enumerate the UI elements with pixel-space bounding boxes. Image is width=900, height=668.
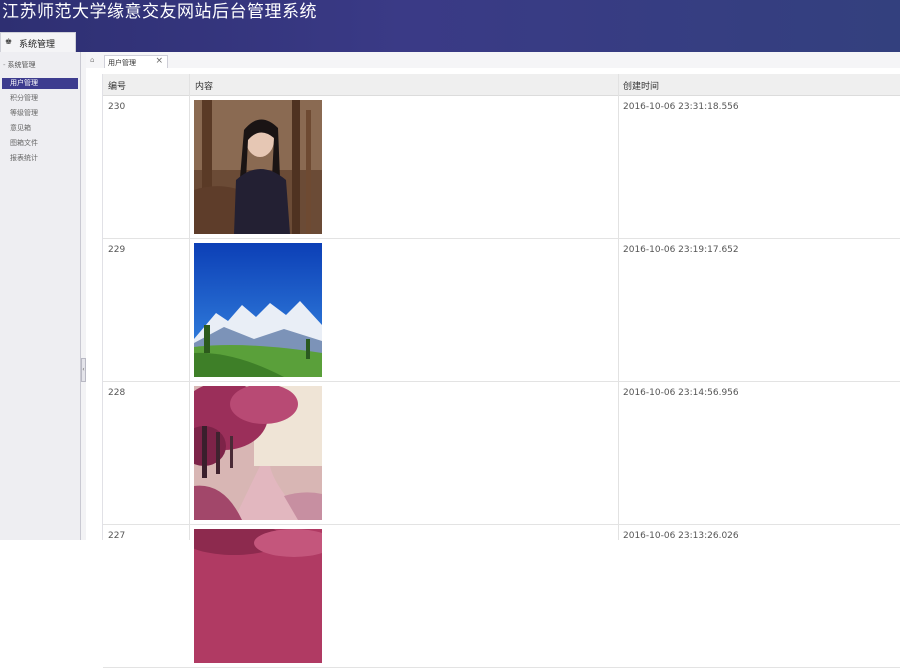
sidebar-item-reports[interactable]: 报表统计 — [2, 153, 78, 164]
row-created-time: 2016-10-06 23:14:56.956 — [623, 388, 739, 398]
data-grid: 编号 内容 创建时间 230 2016-10-06 23:31:18.556 2… — [102, 74, 900, 668]
row-id: 230 — [108, 102, 126, 112]
tab-user-management[interactable]: 用户管理 × — [104, 55, 168, 69]
collapse-icon: - — [3, 61, 6, 69]
sidebar-item-image-files[interactable]: 图箱文件 — [2, 138, 78, 149]
sidebar-group-label: 系统管理 — [7, 61, 36, 69]
grid-header: 编号 内容 创建时间 — [103, 74, 900, 96]
sidebar-item-points-management[interactable]: 积分管理 — [2, 93, 78, 104]
portrait-photo — [194, 100, 322, 234]
pink-photo — [194, 529, 322, 663]
tab-label: 用户管理 — [108, 59, 136, 67]
system-management-tab-label: 系统管理 — [19, 40, 56, 50]
home-icon: ♚ — [5, 37, 13, 46]
column-header-created[interactable]: 创建时间 — [623, 79, 659, 92]
table-row[interactable]: 229 2016-10-06 23:19:17.652 — [103, 239, 900, 382]
row-id: 228 — [108, 388, 126, 398]
sidebar-item-level-management[interactable]: 等级管理 — [2, 108, 78, 119]
close-icon[interactable]: × — [155, 56, 163, 66]
pink-tree-path-photo — [194, 386, 322, 520]
system-management-tab[interactable]: ♚ 系统管理 — [0, 32, 76, 53]
row-id: 229 — [108, 245, 126, 255]
table-row[interactable]: 227 2016-10-06 23:13:26.026 — [103, 525, 900, 668]
table-row[interactable]: 230 2016-10-06 23:31:18.556 — [103, 96, 900, 239]
table-row[interactable]: 228 2016-10-06 23:14:56.956 — [103, 382, 900, 525]
tab-bar: ⌂ 用户管理 × — [86, 52, 900, 69]
sidebar-item-user-management[interactable]: 用户管理 — [2, 78, 78, 89]
sidebar-group-header[interactable]: - 系统管理 — [3, 60, 36, 70]
row-created-time: 2016-10-06 23:31:18.556 — [623, 102, 739, 112]
row-created-time: 2016-10-06 23:19:17.652 — [623, 245, 739, 255]
app-title: 江苏师范大学缘意交友网站后台管理系统 — [2, 2, 317, 22]
column-header-id[interactable]: 编号 — [108, 79, 126, 92]
tab-home-icon[interactable]: ⌂ — [90, 56, 99, 65]
column-header-content[interactable]: 内容 — [195, 79, 213, 92]
app-header: 江苏师范大学缘意交友网站后台管理系统 — [0, 0, 900, 52]
sidebar-item-feedback[interactable]: 意见箱 — [2, 123, 78, 134]
main-content: 编号 内容 创建时间 230 2016-10-06 23:31:18.556 2… — [86, 68, 900, 668]
mountain-landscape-photo — [194, 243, 322, 377]
sidebar: - 系统管理 用户管理 积分管理 等级管理 意见箱 图箱文件 报表统计 — [0, 52, 81, 540]
